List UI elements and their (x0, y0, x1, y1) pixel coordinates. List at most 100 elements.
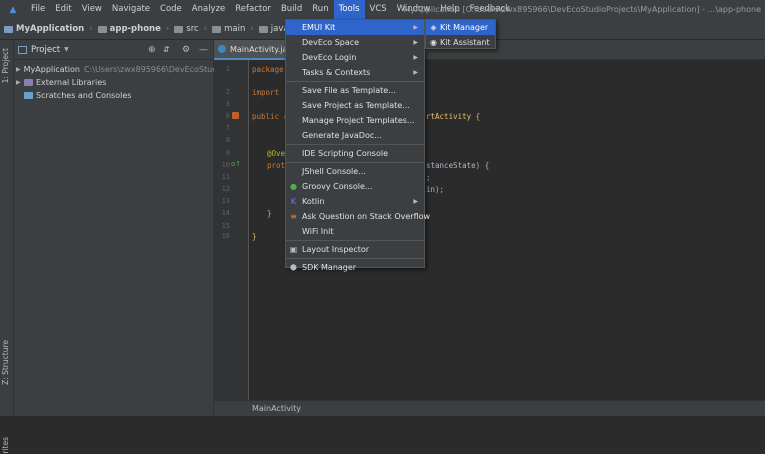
menu-analyze[interactable]: Analyze (187, 0, 231, 19)
code-line: in); (426, 185, 445, 194)
line-number: 13 (221, 197, 230, 205)
breadcrumb-label: MyApplication (16, 24, 85, 34)
menu-item-kit-assistant[interactable]: ◉ Kit Assistant (426, 35, 495, 50)
breadcrumb-item-main[interactable]: main › (212, 24, 259, 34)
menu-item-save-project-as-template[interactable]: Save Project as Template... (286, 98, 424, 113)
submenu-arrow-icon: ▶ (413, 198, 418, 205)
line-number: 14 (221, 209, 230, 217)
footer-class-label[interactable]: MainActivity (252, 404, 301, 413)
menu-item-label: Kotlin (302, 197, 325, 206)
menu-item-groovy-console[interactable]: ● Groovy Console... (286, 179, 424, 194)
line-number: 11 (221, 173, 230, 181)
hide-icon[interactable]: — (199, 45, 208, 55)
menu-edit[interactable]: Edit (50, 0, 76, 19)
menu-separator (286, 81, 424, 82)
menu-item-label: Kit Assistant (440, 38, 490, 47)
menu-item-ask-question-on-stack-overflow[interactable]: ≡ Ask Question on Stack Overflow (286, 209, 430, 224)
app-logo-icon: ▲ (9, 4, 17, 15)
menu-item-save-file-as-template[interactable]: Save File as Template... (286, 83, 424, 98)
menu-code[interactable]: Code (155, 0, 187, 19)
kit-manager-icon: ◈ (430, 23, 437, 32)
menu-item-manage-project-templates[interactable]: Manage Project Templates... (286, 113, 424, 128)
editor-gutter: 1 2 3 6 7 8 9 10 11 12 13 14 15 16 o↑ (214, 60, 249, 400)
menu-build[interactable]: Build (276, 0, 307, 19)
tree-item-scratches-and-consoles[interactable]: Scratches and Consoles (16, 89, 213, 102)
breadcrumb-item-src[interactable]: src › (174, 24, 212, 34)
menu-item-label: SDK Manager (302, 263, 357, 272)
menu-vcs[interactable]: VCS (365, 0, 392, 19)
submenu-arrow-icon: ▶ (413, 39, 418, 46)
breadcrumb-label: main (224, 24, 246, 34)
breadcrumb-item-app-phone[interactable]: app-phone › (97, 24, 175, 34)
menu-item-sdk-manager[interactable]: ⬢ SDK Manager (286, 260, 424, 275)
project-tree: ▶ MyApplication C:\Users\zwx895966\DevEcoS… (14, 60, 224, 102)
folder-icon (174, 25, 184, 33)
code-line: } (267, 209, 272, 218)
menu-item-ide-scripting-console[interactable]: IDE Scripting Console (286, 146, 424, 161)
menu-run[interactable]: Run (307, 0, 333, 19)
gear-icon[interactable]: ⚙ (182, 45, 190, 55)
breadcrumb-item-myapplication[interactable]: MyApplication › (4, 24, 98, 34)
line-number: 2 (225, 88, 230, 96)
library-icon (24, 79, 33, 86)
line-number: 3 (225, 100, 230, 108)
expand-arrow-icon[interactable]: ▶ (16, 79, 24, 86)
stackoverflow-icon: ≡ (290, 212, 297, 221)
menu-item-label: Save File as Template... (302, 86, 396, 95)
dropdown-arrow-icon[interactable]: ▼ (64, 46, 69, 53)
tree-item-myapplication[interactable]: ▶ MyApplication C:\Users\zwx895966\DevEcoS… (16, 63, 224, 76)
breadcrumb-label: src (186, 24, 199, 34)
menu-item-tasks-contexts[interactable]: Tasks & Contexts ▶ (286, 65, 424, 80)
menu-separator (286, 240, 424, 241)
tree-item-external-libraries[interactable]: ▶ External Libraries (16, 76, 213, 89)
override-gutter-icon[interactable]: o↑ (231, 160, 241, 168)
favorites-tool-tab[interactable]: rites (1, 437, 10, 454)
menu-refactor[interactable]: Refactor (230, 0, 276, 19)
menu-navigate[interactable]: Navigate (107, 0, 155, 19)
line-number: 12 (221, 185, 230, 193)
tree-item-label: MyApplication (23, 65, 80, 74)
project-tool-tab[interactable]: 1: Project (1, 48, 10, 83)
menu-item-label: Save Project as Template... (302, 101, 410, 110)
scratches-icon (24, 92, 33, 99)
editor-breadcrumb-footer: MainActivity (214, 400, 765, 416)
folder-icon (212, 25, 222, 33)
menu-file[interactable]: File (26, 0, 50, 19)
line-number: 16 (221, 232, 230, 240)
menu-item-emui-kit[interactable]: EMUI Kit ▶ (286, 20, 424, 35)
groovy-icon: ● (290, 182, 297, 191)
project-panel-header: Project ▼ ⊕ ⇵ ⚙ — (14, 40, 213, 60)
menu-item-generate-javadoc[interactable]: Generate JavaDoc... (286, 128, 424, 143)
submenu-arrow-icon: ▶ (413, 69, 418, 76)
menu-tools[interactable]: Tools (333, 0, 365, 19)
line-number: 8 (225, 136, 230, 144)
expand-arrow-icon[interactable]: ▶ (16, 66, 21, 73)
folder-icon (97, 25, 107, 33)
menu-item-label: JShell Console... (302, 167, 366, 176)
code-line: stanceState) { (426, 161, 490, 170)
submenu-arrow-icon: ▶ (413, 54, 418, 61)
collapse-icon[interactable]: ⇵ (163, 45, 170, 54)
project-view-selector[interactable]: Project (31, 45, 60, 55)
menu-item-kotlin[interactable]: K Kotlin ▶ (286, 194, 424, 209)
line-number: 6 (225, 112, 230, 120)
menu-item-label: Manage Project Templates... (302, 116, 415, 125)
menu-item-kit-manager[interactable]: ◈ Kit Manager (426, 20, 495, 35)
emui-kit-submenu: ◈ Kit Manager ◉ Kit Assistant (425, 19, 496, 49)
chevron-right-icon: › (165, 24, 170, 34)
left-tool-strip: 1: Project Z: Structure rites (0, 40, 14, 454)
line-number: 15 (221, 222, 230, 230)
menu-view[interactable]: View (77, 0, 107, 19)
class-icon (218, 45, 226, 53)
menu-item-jshell-console[interactable]: JShell Console... (286, 164, 424, 179)
locate-icon[interactable]: ⊕ (148, 45, 156, 55)
menu-item-deveco-space[interactable]: DevEco Space ▶ (286, 35, 424, 50)
menu-item-layout-inspector[interactable]: ▣ Layout Inspector (286, 242, 424, 257)
structure-tool-tab[interactable]: Z: Structure (1, 340, 10, 385)
run-gutter-icon[interactable] (232, 112, 239, 119)
menu-item-deveco-login[interactable]: DevEco Login ▶ (286, 50, 424, 65)
menu-item-wifi-init[interactable]: WiFi Init (286, 224, 424, 239)
menu-item-label: WiFi Init (302, 227, 334, 236)
breadcrumb-label: app-phone (109, 24, 161, 34)
menu-item-label: Layout Inspector (302, 245, 370, 254)
